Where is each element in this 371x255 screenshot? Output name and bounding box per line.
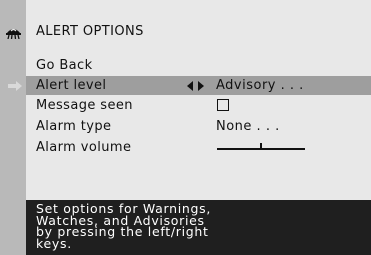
left-right-arrows-icon[interactable] [187, 81, 204, 91]
menu-item-alert-level[interactable]: Alert level Advisory . . . [26, 76, 371, 95]
page-title: ALERT OPTIONS [36, 24, 144, 39]
alert-level-value[interactable]: Advisory . . . [216, 78, 304, 93]
menu-item-label: Alarm volume [36, 140, 132, 155]
menu-item-go-back[interactable]: Go Back [26, 56, 371, 75]
alert-options-screen: ALERT OPTIONS Go Back Alert level Adviso… [0, 0, 371, 255]
help-text: Set options for Warnings, Watches, and A… [36, 201, 212, 251]
menu-item-label: Alert level [36, 78, 107, 93]
menu-item-alarm-type[interactable]: Alarm type None . . . [26, 117, 371, 136]
help-box: Set options for Warnings, Watches, and A… [26, 200, 371, 255]
menu-item-label: Message seen [36, 98, 133, 113]
alarm-volume-slider[interactable] [217, 138, 305, 157]
slider-thumb[interactable] [260, 143, 262, 150]
menu-item-label: Go Back [36, 58, 93, 73]
alarm-type-value[interactable]: None . . . [216, 119, 280, 134]
menu-item-message-seen[interactable]: Message seen [26, 96, 371, 115]
siren-icon [6, 28, 21, 39]
menu-item-label: Alarm type [36, 119, 112, 134]
right-arrow-icon [8, 81, 22, 91]
menu-item-alarm-volume[interactable]: Alarm volume [26, 138, 371, 157]
message-seen-checkbox[interactable] [217, 99, 229, 111]
